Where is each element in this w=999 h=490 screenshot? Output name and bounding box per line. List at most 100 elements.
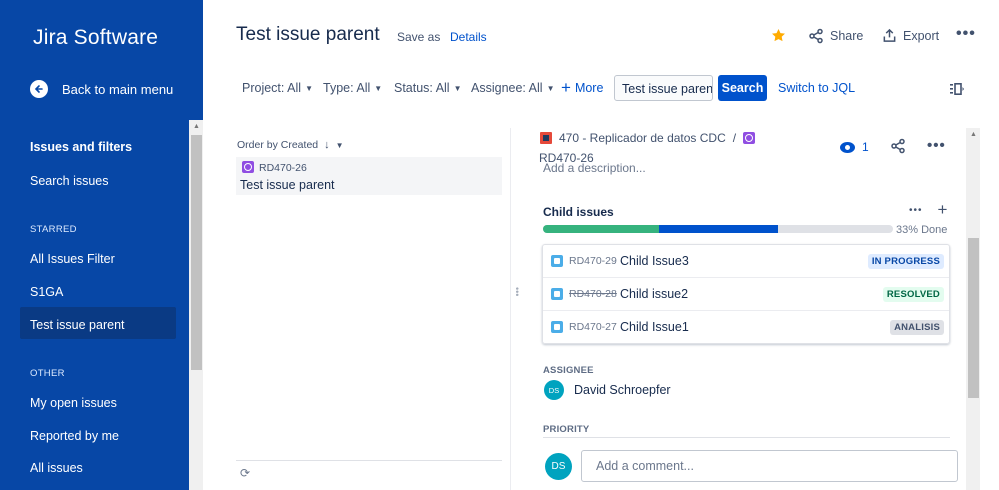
export-button[interactable]: Export bbox=[882, 28, 939, 43]
star-button[interactable] bbox=[771, 28, 786, 43]
list-item[interactable]: RD470-26 Test issue parent bbox=[236, 157, 502, 195]
table-row[interactable]: RD470-27 Child Issue1 ANALISIS bbox=[543, 311, 949, 344]
child-issues-list: RD470-29 Child Issue3 IN PROGRESS RD470-… bbox=[542, 244, 950, 344]
child-issue-key[interactable]: RD470-27 bbox=[569, 321, 617, 333]
panel-divider bbox=[510, 128, 511, 490]
add-description-field[interactable]: Add a description... bbox=[543, 163, 646, 175]
task-icon bbox=[551, 255, 563, 267]
chevron-down-icon: ▼ bbox=[546, 83, 555, 93]
status-badge[interactable]: IN PROGRESS bbox=[867, 254, 944, 269]
save-as-button[interactable]: Save as bbox=[397, 30, 440, 44]
status-filter-label: Status: All bbox=[394, 81, 450, 95]
layout-switcher-icon[interactable] bbox=[950, 82, 964, 100]
export-icon bbox=[883, 28, 896, 42]
list-divider bbox=[236, 460, 502, 461]
chevron-down-icon: ▼ bbox=[335, 140, 344, 150]
starred-header: STARRED bbox=[30, 224, 77, 235]
share-label: Share bbox=[830, 29, 864, 43]
comment-row: DS Add a comment... bbox=[545, 450, 958, 482]
table-row[interactable]: RD470-29 Child Issue3 IN PROGRESS bbox=[543, 245, 949, 278]
progress-percent: 33% Done bbox=[896, 224, 948, 236]
child-issue-summary[interactable]: Child Issue1 bbox=[620, 320, 689, 334]
sidebar: Jira Software Back to main menu Issues a… bbox=[0, 0, 203, 490]
share-button[interactable]: Share bbox=[808, 28, 863, 44]
status-filter[interactable]: Status: All ▼ bbox=[394, 81, 462, 95]
chevron-down-icon: ▼ bbox=[453, 83, 462, 93]
more-filters-label: More bbox=[574, 81, 604, 95]
detail-scrollbar-thumb[interactable] bbox=[968, 238, 979, 398]
share-icon bbox=[809, 28, 823, 44]
sidebar-item-s1ga[interactable]: S1GA bbox=[30, 285, 63, 299]
epic-icon bbox=[743, 132, 756, 144]
assignee-filter-label: Assignee: All bbox=[471, 81, 543, 95]
sidebar-item-my-open-issues[interactable]: My open issues bbox=[30, 396, 117, 410]
assignee-field[interactable]: DS David Schroepfer bbox=[544, 380, 671, 400]
type-filter-label: Type: All bbox=[323, 81, 371, 95]
list-item-key: RD470-26 bbox=[259, 162, 307, 174]
parent-issue-icon bbox=[540, 132, 552, 144]
watch-button[interactable]: 1 bbox=[840, 140, 869, 154]
share-icon bbox=[891, 138, 905, 154]
status-badge[interactable]: RESOLVED bbox=[882, 287, 944, 302]
avatar: DS bbox=[544, 380, 564, 400]
epic-icon bbox=[242, 161, 254, 173]
scroll-up-arrow-icon[interactable]: ▲ bbox=[968, 129, 979, 140]
child-issues-actions: ••• + bbox=[909, 201, 948, 219]
sidebar-item-reported-by-me[interactable]: Reported by me bbox=[30, 429, 119, 443]
order-by-button[interactable]: Order by Created ↓ ▼ bbox=[237, 139, 344, 151]
priority-label: PRIORITY bbox=[543, 424, 590, 435]
details-link[interactable]: Details bbox=[450, 30, 487, 44]
type-filter[interactable]: Type: All ▼ bbox=[323, 81, 382, 95]
other-header: OTHER bbox=[30, 368, 65, 379]
more-actions-button[interactable]: ••• bbox=[956, 25, 976, 43]
task-icon bbox=[551, 288, 563, 300]
child-issue-summary[interactable]: Child issue2 bbox=[620, 287, 688, 301]
search-input[interactable]: Test issue parent bbox=[614, 75, 713, 101]
issue-more-actions-button[interactable]: ••• bbox=[927, 137, 946, 154]
plus-icon: + bbox=[561, 78, 571, 97]
arrow-down-icon: ↓ bbox=[324, 139, 330, 151]
project-filter[interactable]: Project: All ▼ bbox=[242, 81, 313, 95]
add-child-issue-icon[interactable]: + bbox=[938, 201, 948, 219]
eye-icon bbox=[840, 141, 855, 153]
sidebar-item-all-issues[interactable]: All issues bbox=[30, 461, 83, 475]
chevron-down-icon: ▼ bbox=[305, 83, 313, 93]
chevron-down-icon: ▼ bbox=[374, 83, 383, 93]
child-issue-key[interactable]: RD470-29 bbox=[569, 255, 617, 267]
breadcrumb-separator: / bbox=[732, 131, 737, 145]
resize-handle-icon[interactable]: ••• bbox=[512, 287, 522, 296]
project-filter-label: Project: All bbox=[242, 81, 302, 95]
sidebar-item-search-issues[interactable]: Search issues bbox=[30, 174, 109, 188]
issue-share-button[interactable] bbox=[890, 138, 906, 154]
comment-input[interactable]: Add a comment... bbox=[581, 450, 958, 482]
back-to-main-menu[interactable]: Back to main menu bbox=[30, 80, 173, 98]
status-badge[interactable]: ANALISIS bbox=[890, 320, 944, 335]
scroll-up-arrow-icon[interactable]: ▲ bbox=[191, 121, 202, 132]
progress-in-progress-segment bbox=[658, 225, 778, 233]
child-issue-summary[interactable]: Child Issue3 bbox=[620, 254, 689, 268]
child-issue-key[interactable]: RD470-28 bbox=[569, 288, 617, 300]
table-row[interactable]: RD470-28 Child issue2 RESOLVED bbox=[543, 278, 949, 311]
jira-app: Jira Software Back to main menu Issues a… bbox=[0, 0, 999, 490]
page-title: Test issue parent bbox=[236, 24, 380, 45]
assignee-filter[interactable]: Assignee: All ▼ bbox=[471, 81, 555, 95]
star-icon bbox=[772, 28, 785, 42]
sidebar-item-issues-and-filters[interactable]: Issues and filters bbox=[30, 140, 132, 154]
search-button[interactable]: Search bbox=[718, 75, 767, 101]
field-divider bbox=[543, 437, 950, 438]
avatar: DS bbox=[545, 452, 572, 480]
breadcrumb: 470 - Replicador de datos CDC / bbox=[540, 131, 756, 145]
child-issues-more-icon[interactable]: ••• bbox=[909, 203, 923, 219]
parent-issue-link[interactable]: 470 - Replicador de datos CDC bbox=[559, 131, 726, 145]
sidebar-item-all-issues-filter[interactable]: All Issues Filter bbox=[30, 252, 115, 266]
more-filters-button[interactable]: + More bbox=[561, 78, 604, 97]
assignee-name: David Schroepfer bbox=[574, 383, 671, 397]
order-by-label: Order by Created bbox=[237, 139, 319, 151]
list-item-summary: Test issue parent bbox=[240, 178, 335, 192]
progress-done-segment bbox=[543, 225, 659, 233]
sidebar-item-test-issue-parent[interactable]: Test issue parent bbox=[30, 318, 125, 332]
refresh-icon[interactable]: ⟳ bbox=[240, 466, 250, 480]
switch-to-jql-link[interactable]: Switch to JQL bbox=[778, 81, 855, 95]
sidebar-scrollbar-thumb[interactable] bbox=[191, 135, 202, 370]
arrow-left-icon bbox=[30, 80, 48, 98]
